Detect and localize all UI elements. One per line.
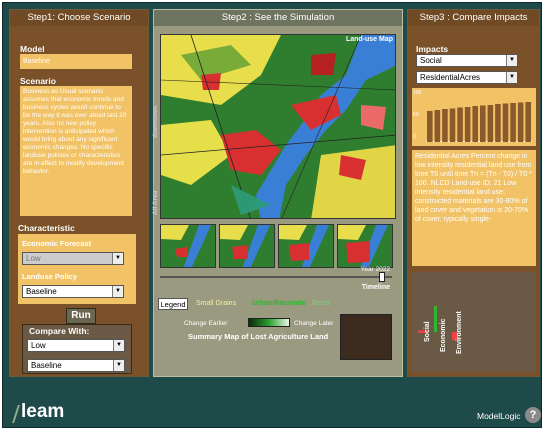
y-tick-label: 100 <box>413 90 422 96</box>
thumbnail-map-icon <box>161 225 215 267</box>
impact-bar <box>517 102 524 142</box>
impact-bar <box>487 105 494 142</box>
impact-bar <box>472 106 478 142</box>
comparison-bar-economic <box>434 306 437 332</box>
footer: leam ModelLogic ? <box>3 381 543 429</box>
scenario-label: Scenario <box>20 76 56 86</box>
timeline-thumbnail-3[interactable] <box>278 224 334 268</box>
impact-type-value: Social <box>420 56 442 65</box>
chevron-down-icon: ▼ <box>112 253 123 264</box>
leam-app-window: Step1: Choose Scenario Model Baseline Sc… <box>2 2 542 428</box>
map-title: Land-use Map <box>345 36 393 43</box>
chevron-down-icon: ▼ <box>506 72 517 83</box>
compare-policy-select[interactable]: Baseline ▼ <box>27 359 125 372</box>
characteristic-box: Economic Forecast Low ▼ Landuse Policy B… <box>18 234 136 304</box>
impact-comparison-area: Social Economic Environment <box>412 272 536 372</box>
thumbnail-map-icon <box>220 225 274 267</box>
timeline-thumbnail-4[interactable] <box>337 224 393 268</box>
compare-forecast-value: Low <box>31 341 46 350</box>
all-area-label[interactable]: All Area <box>152 191 159 215</box>
timeline-thumbnail-2[interactable] <box>219 224 275 268</box>
impact-bar <box>457 107 463 142</box>
summary-map-title: Summary Map of Lost Agriculture Land <box>188 332 329 341</box>
impact-metric-select[interactable]: ResidentialAcres ▼ <box>416 71 518 84</box>
land-use-map[interactable]: Land-use Map <box>160 34 396 219</box>
compare-impacts-panel: Step3 : Compare Impacts Impacts Social ▼… <box>407 9 540 377</box>
model-field[interactable]: Baseline <box>20 54 132 69</box>
run-button[interactable]: Run <box>66 308 96 324</box>
economic-forecast-label: Economic Forecast <box>22 239 92 248</box>
landuse-policy-select[interactable]: Baseline ▼ <box>22 285 124 298</box>
modellogic-link[interactable]: ModelLogic <box>477 411 520 421</box>
legend-tab[interactable]: Legend <box>158 298 188 310</box>
thumbnail-map-icon <box>279 225 333 267</box>
summary-map-thumbnail[interactable] <box>340 314 392 360</box>
impact-bar <box>464 107 471 142</box>
economic-label: Economic <box>440 318 447 352</box>
impact-bar <box>502 103 509 142</box>
help-icon[interactable]: ? <box>525 407 541 423</box>
social-label: Social <box>424 321 431 342</box>
compare-policy-value: Baseline <box>31 361 62 370</box>
timeline-handle[interactable] <box>379 272 386 282</box>
impact-bar <box>442 109 448 142</box>
impact-bar <box>427 111 433 142</box>
impact-type-select[interactable]: Social ▼ <box>416 54 518 67</box>
impact-bar <box>449 108 456 142</box>
impact-bar <box>510 103 516 142</box>
chevron-down-icon: ▼ <box>506 55 517 66</box>
change-gradient-bar <box>248 318 290 327</box>
legend-urban: Urban/Recreatio <box>252 300 307 307</box>
y-tick-label: 0 <box>413 134 416 140</box>
impact-bar <box>495 104 501 142</box>
step3-header: Step3 : Compare Impacts <box>408 10 539 26</box>
economic-forecast-select[interactable]: Low ▼ <box>22 252 124 265</box>
legend-more: Resid <box>312 300 330 307</box>
thumbnail-map-icon <box>338 225 392 267</box>
impact-metric-value: ResidentialAcres <box>420 73 481 82</box>
impact-bar <box>434 110 441 142</box>
year-label: Year 2022 <box>360 266 390 273</box>
y-tick-label: 50 <box>413 112 419 118</box>
landuse-policy-value: Baseline <box>26 287 57 296</box>
compare-with-box: Compare With: Low ▼ Baseline ▼ <box>22 324 132 374</box>
impact-chart-svg <box>426 102 532 142</box>
change-earlier-label: Change Earlier <box>184 320 228 327</box>
environment-label: Environment <box>456 311 463 354</box>
compare-with-label: Compare With: <box>29 326 90 336</box>
impact-chart[interactable]: 100 50 0 <box>412 88 536 146</box>
impact-bar <box>480 105 486 142</box>
land-use-map-graphic <box>161 35 395 218</box>
chevron-down-icon: ▼ <box>113 340 124 351</box>
choose-scenario-panel: Step1: Choose Scenario Model Baseline Sc… <box>9 9 149 377</box>
scenario-description: Business as Usual scenario assumes that … <box>20 86 132 216</box>
simulation-panel: Step2 : See the Simulation downtown All … <box>152 9 403 377</box>
timeline-thumbnail-1[interactable] <box>160 224 216 268</box>
step2-header: Step2 : See the Simulation <box>154 10 402 26</box>
model-label: Model <box>20 44 45 54</box>
timeline-track <box>160 276 392 278</box>
timeline-slider[interactable] <box>160 272 396 282</box>
change-later-label: Change Later <box>294 320 334 327</box>
impact-bar <box>525 102 531 142</box>
characteristic-label: Characteristic <box>18 223 75 233</box>
chevron-down-icon: ▼ <box>112 286 123 297</box>
timeline-label: Timeline <box>361 284 390 291</box>
compare-forecast-select[interactable]: Low ▼ <box>27 339 125 352</box>
chevron-down-icon: ▼ <box>113 360 124 371</box>
landuse-policy-label: Landuse Policy <box>22 272 78 281</box>
downtown-label[interactable]: downtown <box>152 106 159 138</box>
legend-small-grains: Small Grains <box>196 300 237 307</box>
impact-description: Residential Acres Percent change in low … <box>412 150 536 266</box>
impacts-label: Impacts <box>416 44 449 54</box>
economic-forecast-value: Low <box>26 254 41 263</box>
step1-header: Step1: Choose Scenario <box>10 10 148 26</box>
